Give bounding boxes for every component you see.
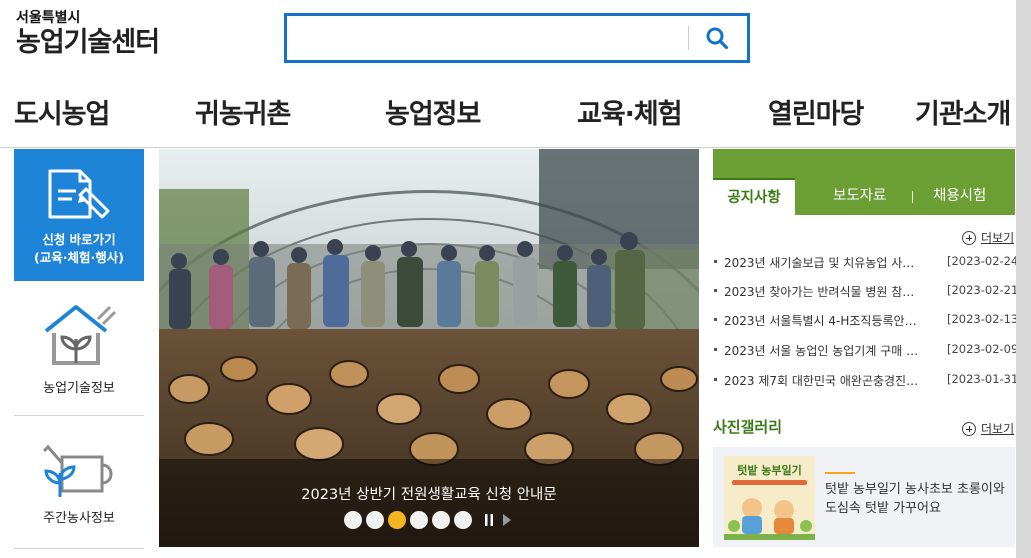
gallery-item[interactable]: 텃밭 농부일기 텃밭 농부일기 농사초보 초롱이와 도심속 텃밭 가꾸어요 (713, 447, 1015, 547)
page: 서울특별시 농업기술센터 도시농업 귀농귀촌 농업정보 교육·체험 열린마당 기… (0, 0, 1031, 558)
slide-dot-2[interactable] (366, 511, 384, 529)
main-slide[interactable]: 2023년 상반기 전원생활교육 신청 안내문 (159, 149, 699, 547)
slide-pagination (344, 511, 514, 529)
quick-divider (14, 415, 144, 416)
slide-dot-1[interactable] (344, 511, 362, 529)
bullet (714, 378, 717, 381)
slide-dot-5[interactable] (432, 511, 450, 529)
document-pen-icon (48, 169, 110, 219)
gallery-text: 텃밭 농부일기 농사초보 초롱이와 도심속 텃밭 가꾸어요 (825, 482, 1005, 516)
nav-about[interactable]: 기관소개 (915, 92, 1011, 131)
notice-tabs: 공지사항 보도자료 채용시험 (713, 149, 1015, 215)
scrollbar-area (1016, 0, 1031, 558)
bullet (714, 289, 717, 292)
search-button[interactable] (695, 20, 739, 56)
tab-notice[interactable]: 공지사항 (713, 178, 795, 215)
main-nav: 도시농업 귀농귀촌 농업정보 교육·체험 열린마당 기관소개 (0, 82, 1016, 148)
quick-apply-button[interactable]: 신청 바로가기 (교육·체험·행사) (14, 149, 144, 281)
gallery-more-link[interactable]: 더보기 (962, 420, 1014, 437)
notice-more-link[interactable]: 더보기 (962, 229, 1014, 246)
quick-apply-label: 신청 바로가기 (교육·체험·행사) (34, 232, 124, 265)
search-icon (706, 27, 729, 50)
search-box (284, 13, 750, 63)
nav-urban-farming[interactable]: 도시농업 (14, 92, 110, 131)
list-item[interactable]: 2023년 찾아가는 반려식물 병원 참… [2023-02-21] (713, 281, 1023, 301)
pause-icon (485, 514, 493, 526)
logo-subtitle: 서울특별시 (16, 10, 81, 26)
play-button[interactable] (500, 511, 514, 529)
gallery-thumbnail-title: 텃밭 농부일기 (737, 464, 802, 477)
slide-caption[interactable]: 2023년 상반기 전원생활교육 신청 안내문 (159, 483, 699, 504)
search-divider (688, 26, 689, 50)
plus-icon (962, 230, 976, 245)
list-item[interactable]: 2023년 새기술보급 및 치유농업 사… [2023-02-24] (713, 252, 1023, 272)
plus-icon (962, 421, 976, 436)
search-input[interactable] (295, 22, 680, 54)
tab-press[interactable]: 보도자료 (833, 178, 886, 215)
bullet (714, 348, 717, 351)
logo-title: 농업기술센터 (16, 27, 160, 58)
quick-divider (14, 548, 144, 549)
gallery-accent-line (825, 472, 855, 474)
quick-weekly-button[interactable]: 주간농사정보 (14, 425, 144, 535)
list-item[interactable]: 2023년 서울특별시 4-H조직등록안… [2023-02-13] (713, 310, 1023, 330)
nav-farming-info[interactable]: 농업정보 (385, 92, 481, 131)
slide-dot-6[interactable] (454, 511, 472, 529)
nav-education[interactable]: 교육·체험 (577, 92, 683, 131)
pause-button[interactable] (482, 511, 496, 529)
quick-farm-tech-label: 농업기술정보 (43, 381, 115, 396)
list-item[interactable]: 2023 제7회 대한민국 애완곤충경진… [2023-01-31] (713, 370, 1023, 390)
nav-return-farming[interactable]: 귀농귀촌 (195, 92, 291, 131)
bullet (714, 260, 717, 263)
play-icon (503, 514, 511, 526)
gallery-thumbnail[interactable]: 텃밭 농부일기 (724, 456, 815, 540)
watering-can-icon (42, 444, 113, 497)
list-item[interactable]: 2023년 서울 농업인 농업기계 구매 … [2023-02-09] (713, 340, 1023, 360)
tab-recruit[interactable]: 채용시험 (933, 178, 986, 215)
slide-dot-3[interactable] (388, 511, 406, 529)
quick-weekly-label: 주간농사정보 (43, 511, 115, 526)
gallery-title: 사진갤러리 (713, 418, 783, 436)
quick-farm-tech-button[interactable]: 농업기술정보 (14, 295, 144, 405)
greenhouse-sprout-icon (44, 305, 117, 365)
nav-open-forum[interactable]: 열린마당 (768, 92, 864, 131)
site-logo[interactable]: 서울특별시 농업기술센터 (16, 10, 160, 60)
bullet (714, 318, 717, 321)
tab-divider (912, 191, 913, 203)
slide-dot-4[interactable] (410, 511, 428, 529)
